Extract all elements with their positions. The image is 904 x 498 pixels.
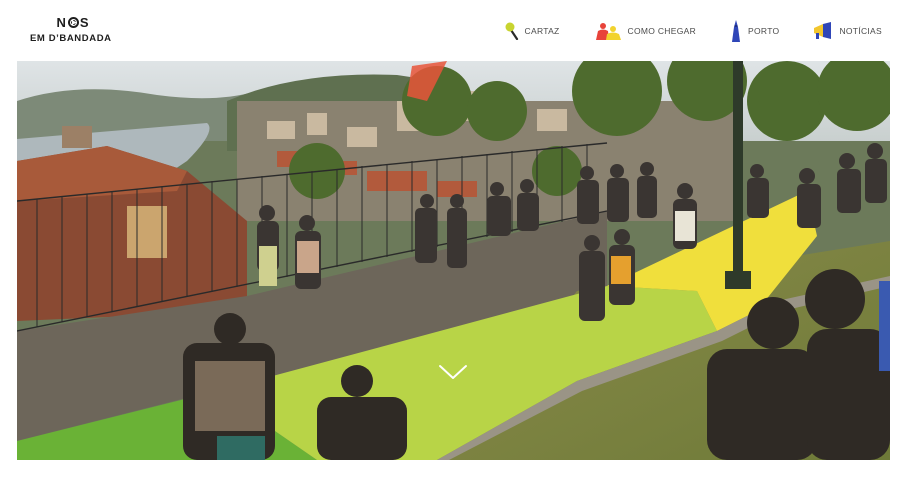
scroll-down-button[interactable] [438,363,468,381]
megaphone-icon [814,22,832,39]
main-nav: CARTAZ COMO CHEGAR PORTO NOTÍCIAS [471,19,882,43]
site-logo[interactable]: NS EM D’BANDADA [30,14,120,50]
logo-subtitle: EM D’BANDADA [30,33,112,44]
microphone-icon [505,22,518,40]
nav-label-noticias: NOTÍCIAS [839,26,882,36]
people-icon [595,23,621,40]
nav-label-cartaz: CARTAZ [524,26,560,36]
hero-photo [17,61,890,460]
logo-wordmark: NS [56,15,90,30]
nav-item-porto[interactable]: PORTO [730,20,779,42]
nav-item-cartaz[interactable]: CARTAZ [505,22,560,40]
chevron-down-icon [439,365,467,379]
tower-icon [732,20,741,42]
nav-label-porto: PORTO [748,26,780,36]
site-header: NS EM D’BANDADA CARTAZ COMO CHEGAR PORTO… [0,0,904,60]
nav-label-como-chegar: COMO CHEGAR [627,26,697,36]
nav-item-como-chegar[interactable]: COMO CHEGAR [594,22,696,40]
logo-ring-icon [67,17,79,28]
hero-image [17,61,890,460]
nav-item-noticias[interactable]: NOTÍCIAS [813,22,882,40]
